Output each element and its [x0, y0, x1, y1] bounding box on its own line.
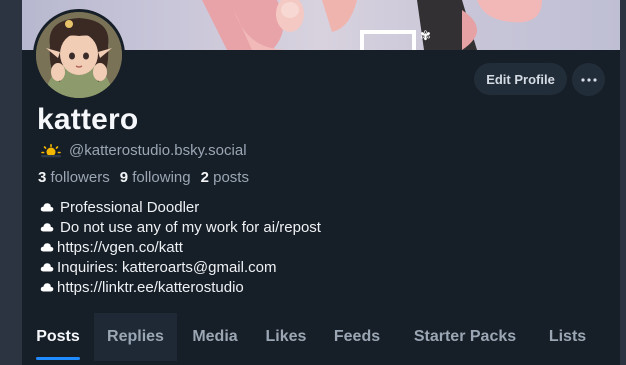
- tab-posts[interactable]: Posts: [22, 313, 94, 361]
- followers-stat[interactable]: 3 followers: [38, 169, 110, 186]
- tab-label: Media: [192, 328, 238, 345]
- posts-count: 2: [200, 169, 209, 186]
- posts-stat: 2 posts: [201, 169, 249, 186]
- tab-label: Replies: [107, 328, 164, 345]
- bio-line: Do not use any of my work for ai/repost: [40, 218, 321, 238]
- more-horizontal-icon: [580, 77, 597, 82]
- bio-line: https://linktr.ee/katterostudio: [40, 278, 321, 298]
- more-options-button[interactable]: [572, 63, 605, 96]
- followers-label: followers: [50, 169, 110, 186]
- tab-feeds[interactable]: Feeds: [319, 313, 395, 361]
- following-label: following: [132, 169, 191, 186]
- tab-label: Likes: [265, 328, 307, 345]
- right-gutter: [620, 0, 626, 365]
- profile-stats: 3 followers 9 following 2 posts: [38, 169, 249, 186]
- bio-line: Inquiries: katteroarts@gmail.com: [40, 258, 321, 278]
- tab-media[interactable]: Media: [177, 313, 253, 361]
- bio-text[interactable]: Inquiries: katteroarts@gmail.com: [57, 258, 276, 278]
- handle-row: @katterostudio.bsky.social: [40, 142, 247, 159]
- following-count: 9: [119, 169, 129, 186]
- following-stat[interactable]: 9 following: [120, 169, 191, 186]
- tab-starter-packs[interactable]: Starter Packs: [395, 313, 535, 361]
- cloud-icon: [40, 238, 56, 258]
- svg-text:✾: ✾: [420, 29, 431, 44]
- bio-link[interactable]: https://vgen.co/katt: [57, 238, 183, 258]
- tab-label: Posts: [36, 328, 80, 345]
- tab-likes[interactable]: Likes: [253, 313, 319, 361]
- left-gutter: [0, 0, 22, 365]
- cloud-icon: [40, 218, 56, 238]
- posts-label: posts: [213, 169, 249, 186]
- profile-tabs: Posts Replies Media Likes Feeds Starter …: [22, 313, 620, 361]
- cloud-icon: [40, 278, 56, 298]
- tab-label: Lists: [548, 328, 587, 345]
- edit-profile-button[interactable]: Edit Profile: [474, 63, 567, 95]
- bio-text: Professional Doodler: [60, 199, 200, 216]
- followers-count: 3: [38, 169, 47, 186]
- profile-page: ✾ Edit Profile kattero @katterostudio.bs…: [0, 0, 626, 365]
- bio-text: Do not use any of my work for ai/repost: [60, 219, 321, 236]
- display-name: kattero: [37, 103, 139, 136]
- bio-line: Professional Doodler: [40, 198, 321, 218]
- cloud-icon: [40, 198, 56, 218]
- bio-line: https://vgen.co/katt: [40, 238, 321, 258]
- tab-replies[interactable]: Replies: [94, 313, 177, 361]
- cloud-icon: [40, 258, 56, 278]
- tab-label: Feeds: [333, 328, 381, 345]
- tab-lists[interactable]: Lists: [535, 313, 600, 361]
- active-tab-indicator: [36, 357, 80, 360]
- sun-behind-cloud-icon: [41, 143, 61, 157]
- handle[interactable]: @katterostudio.bsky.social: [69, 142, 247, 159]
- tab-label: Starter Packs: [413, 328, 517, 345]
- avatar[interactable]: [33, 9, 125, 101]
- bio-link[interactable]: https://linktr.ee/katterostudio: [57, 278, 244, 298]
- profile-bio: Professional Doodler Do not use any of m…: [40, 198, 321, 298]
